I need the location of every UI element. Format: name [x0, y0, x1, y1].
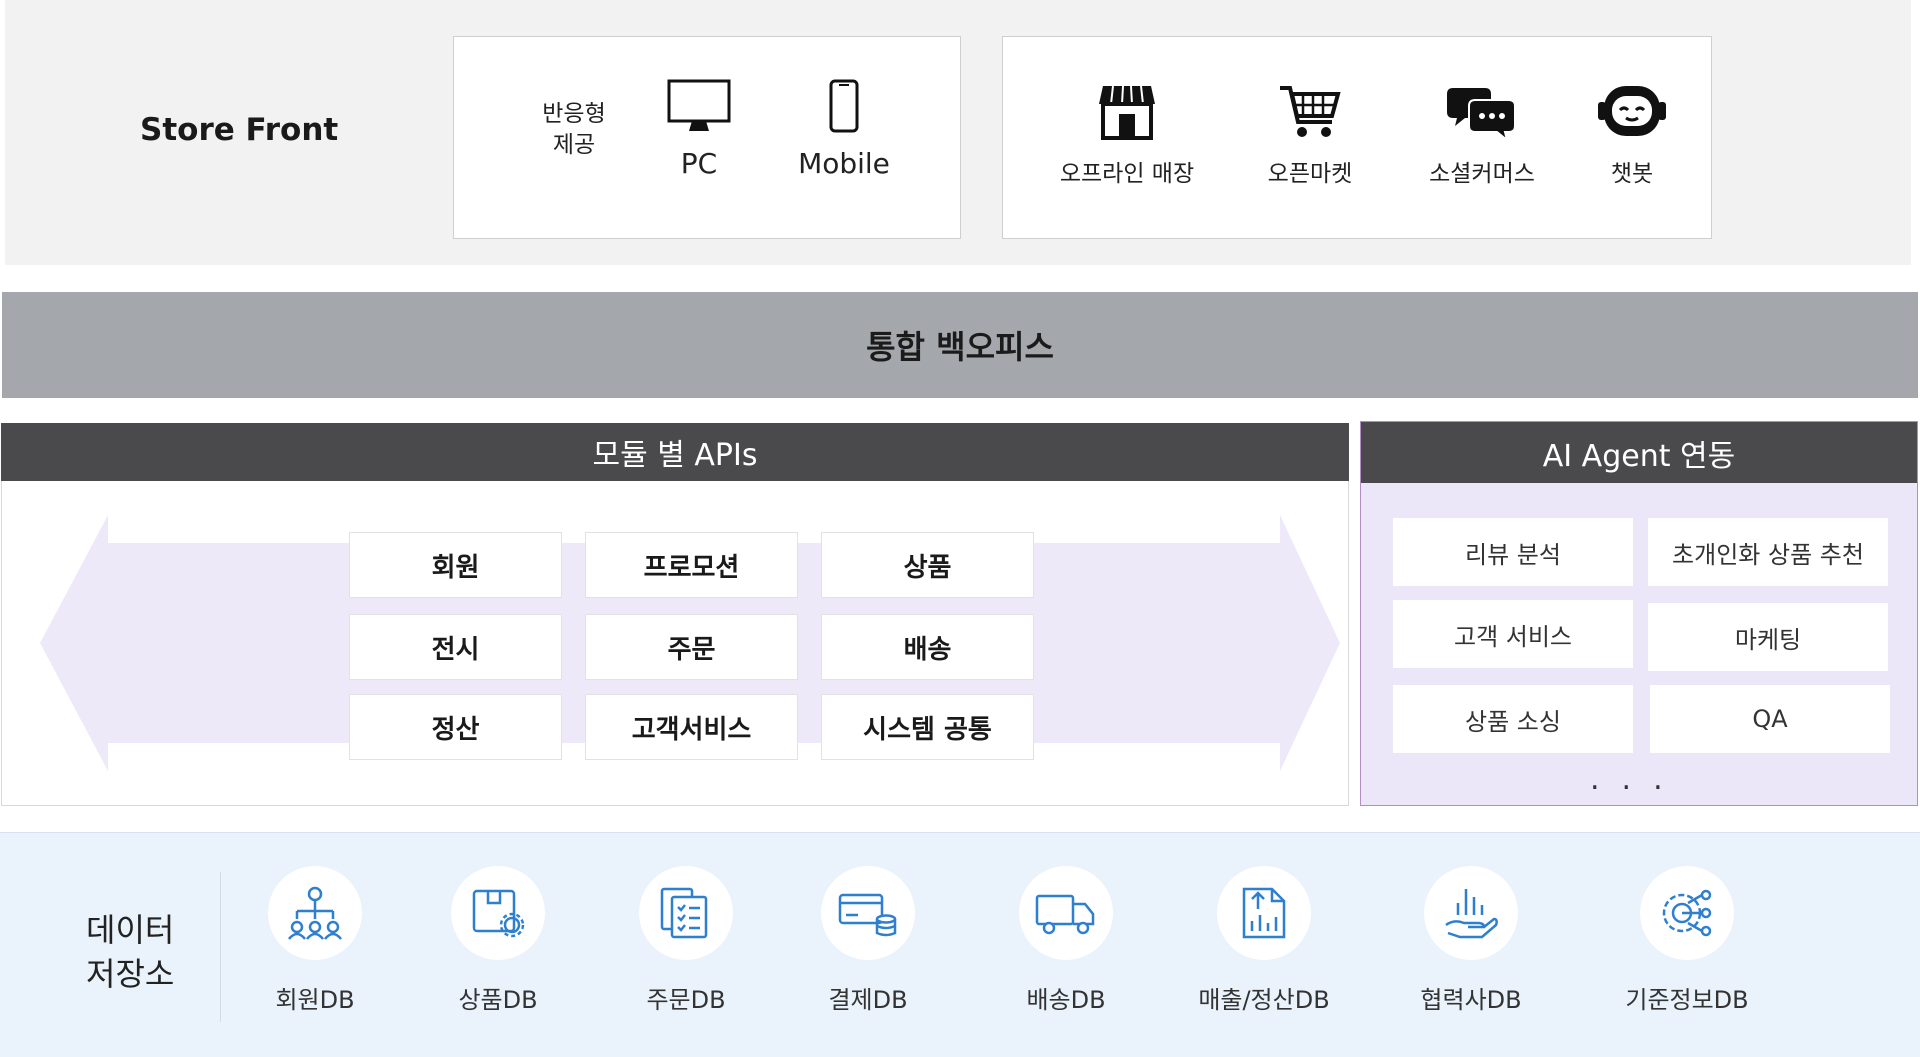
ai-review-analysis-label: 리뷰 분석 — [1465, 540, 1561, 569]
db-product-label: 상품DB — [458, 986, 538, 1014]
module-product-label: 상품 — [903, 552, 952, 583]
db-sales-settlement: 매출/정산DB — [1174, 866, 1354, 1015]
box-gear-icon — [472, 889, 525, 938]
module-customer-service-label: 고객서비스 — [631, 714, 752, 745]
db-member-circle — [268, 866, 362, 960]
channel-chatbot-label: 챗봇 — [1610, 161, 1654, 187]
db-delivery-circle — [1019, 866, 1113, 960]
module-settlement: 정산 — [349, 694, 562, 760]
shopping-cart-icon — [1280, 86, 1341, 137]
order-list-icon — [660, 887, 708, 939]
channel-offline-store: 오프라인 매장 — [1042, 82, 1212, 188]
ai-marketing: 마케팅 — [1648, 603, 1888, 671]
channel-social-commerce-label: 소셜커머스 — [1429, 161, 1535, 187]
back-office-title: 통합 백오피스 — [866, 328, 1054, 366]
responsive-label-text: 반응형 제공 — [542, 101, 606, 158]
db-master-info-circle — [1640, 866, 1734, 960]
db-partner-label: 협력사DB — [1420, 986, 1522, 1014]
module-display: 전시 — [349, 614, 562, 680]
db-partner-circle — [1424, 866, 1518, 960]
ai-agent-header: AI Agent 연동 — [1361, 422, 1917, 483]
ai-qa: QA — [1650, 685, 1890, 753]
module-product: 상품 — [821, 532, 1034, 598]
db-member-label: 회원DB — [275, 986, 355, 1014]
smartphone-icon — [829, 79, 859, 133]
db-partner: 협력사DB — [1381, 866, 1561, 1015]
module-system-common-label: 시스템 공통 — [863, 714, 992, 745]
org-chart-icon — [288, 886, 342, 940]
payment-card-icon — [838, 893, 897, 937]
channel-chatbot: 챗봇 — [1547, 82, 1717, 188]
db-order-label: 주문DB — [646, 986, 726, 1014]
module-member-label: 회원 — [431, 552, 480, 583]
channel-social-commerce: 소셜커머스 — [1397, 82, 1567, 188]
db-delivery: 배송DB — [976, 866, 1156, 1015]
data-storage-divider — [220, 872, 221, 1022]
db-product-circle — [451, 866, 545, 960]
module-delivery: 배송 — [821, 614, 1034, 680]
module-order: 주문 — [585, 614, 798, 680]
db-sales-settlement-circle — [1217, 866, 1311, 960]
db-master-info-label: 기준정보DB — [1625, 986, 1749, 1014]
ai-more-ellipsis: ... — [1590, 762, 1685, 797]
module-order-label: 주문 — [667, 634, 716, 665]
device-pc-label: PC — [680, 147, 718, 180]
responsive-label: 반응형 제공 — [524, 99, 624, 161]
ai-hyper-personal-recommend: 초개인화 상품 추천 — [1648, 518, 1888, 586]
module-system-common: 시스템 공통 — [821, 694, 1034, 760]
sales-report-icon — [1242, 887, 1286, 939]
data-storage-title-text: 데이터 저장소 — [86, 911, 175, 993]
module-promotion-label: 프로모션 — [643, 552, 740, 583]
module-apis-header: 모듈 별 APIs — [1, 423, 1349, 481]
db-payment-label: 결제DB — [828, 986, 908, 1014]
ai-marketing-label: 마케팅 — [1734, 625, 1802, 654]
store-front-title: Store Front — [140, 112, 339, 148]
db-product: 상품DB — [408, 866, 588, 1015]
module-customer-service: 고객서비스 — [585, 694, 798, 760]
ai-product-sourcing: 상품 소싱 — [1393, 685, 1633, 753]
device-pc: PC — [649, 79, 749, 180]
chat-bubbles-icon — [1447, 88, 1516, 142]
monitor-icon — [667, 79, 731, 131]
ai-qa-label: QA — [1752, 705, 1788, 733]
device-mobile-label: Mobile — [798, 147, 890, 180]
db-order: 주문DB — [596, 866, 776, 1015]
store-icon — [1099, 85, 1155, 140]
data-storage-title: 데이터 저장소 — [86, 908, 174, 996]
module-apis-title: 모듈 별 APIs — [592, 438, 758, 473]
module-promotion: 프로모션 — [585, 532, 798, 598]
settings-network-icon — [1662, 889, 1712, 937]
ai-agent-title: AI Agent 연동 — [1542, 438, 1736, 474]
module-delivery-label: 배송 — [903, 634, 952, 665]
ai-hyper-personal-recommend-label: 초개인화 상품 추천 — [1672, 540, 1864, 569]
channel-offline-store-label: 오프라인 매장 — [1059, 161, 1195, 187]
device-box: 반응형 제공 PC Mobile — [453, 36, 961, 239]
delivery-truck-icon — [1035, 894, 1095, 935]
db-delivery-label: 배송DB — [1026, 986, 1106, 1014]
ai-customer-service: 고객 서비스 — [1393, 600, 1633, 668]
device-mobile: Mobile — [774, 79, 914, 180]
ai-review-analysis: 리뷰 분석 — [1393, 518, 1633, 586]
chatbot-icon — [1598, 86, 1666, 136]
db-sales-settlement-label: 매출/정산DB — [1198, 986, 1330, 1014]
module-settlement-label: 정산 — [431, 714, 480, 745]
channel-open-market: 오픈마켓 — [1225, 82, 1395, 188]
db-master-info: 기준정보DB — [1597, 866, 1777, 1015]
db-member: 회원DB — [225, 866, 405, 1015]
ai-product-sourcing-label: 상품 소싱 — [1465, 707, 1561, 736]
db-payment-circle — [821, 866, 915, 960]
partner-hand-icon — [1445, 889, 1498, 939]
module-display-label: 전시 — [431, 634, 480, 665]
module-member: 회원 — [349, 532, 562, 598]
channel-open-market-label: 오픈마켓 — [1267, 161, 1353, 187]
back-office-band: 통합 백오피스 — [2, 292, 1918, 398]
db-payment: 결제DB — [778, 866, 958, 1015]
ai-customer-service-label: 고객 서비스 — [1453, 622, 1573, 651]
db-order-circle — [639, 866, 733, 960]
channel-box: 오프라인 매장 오픈마켓 소셜커머스 챗봇 — [1002, 36, 1712, 239]
